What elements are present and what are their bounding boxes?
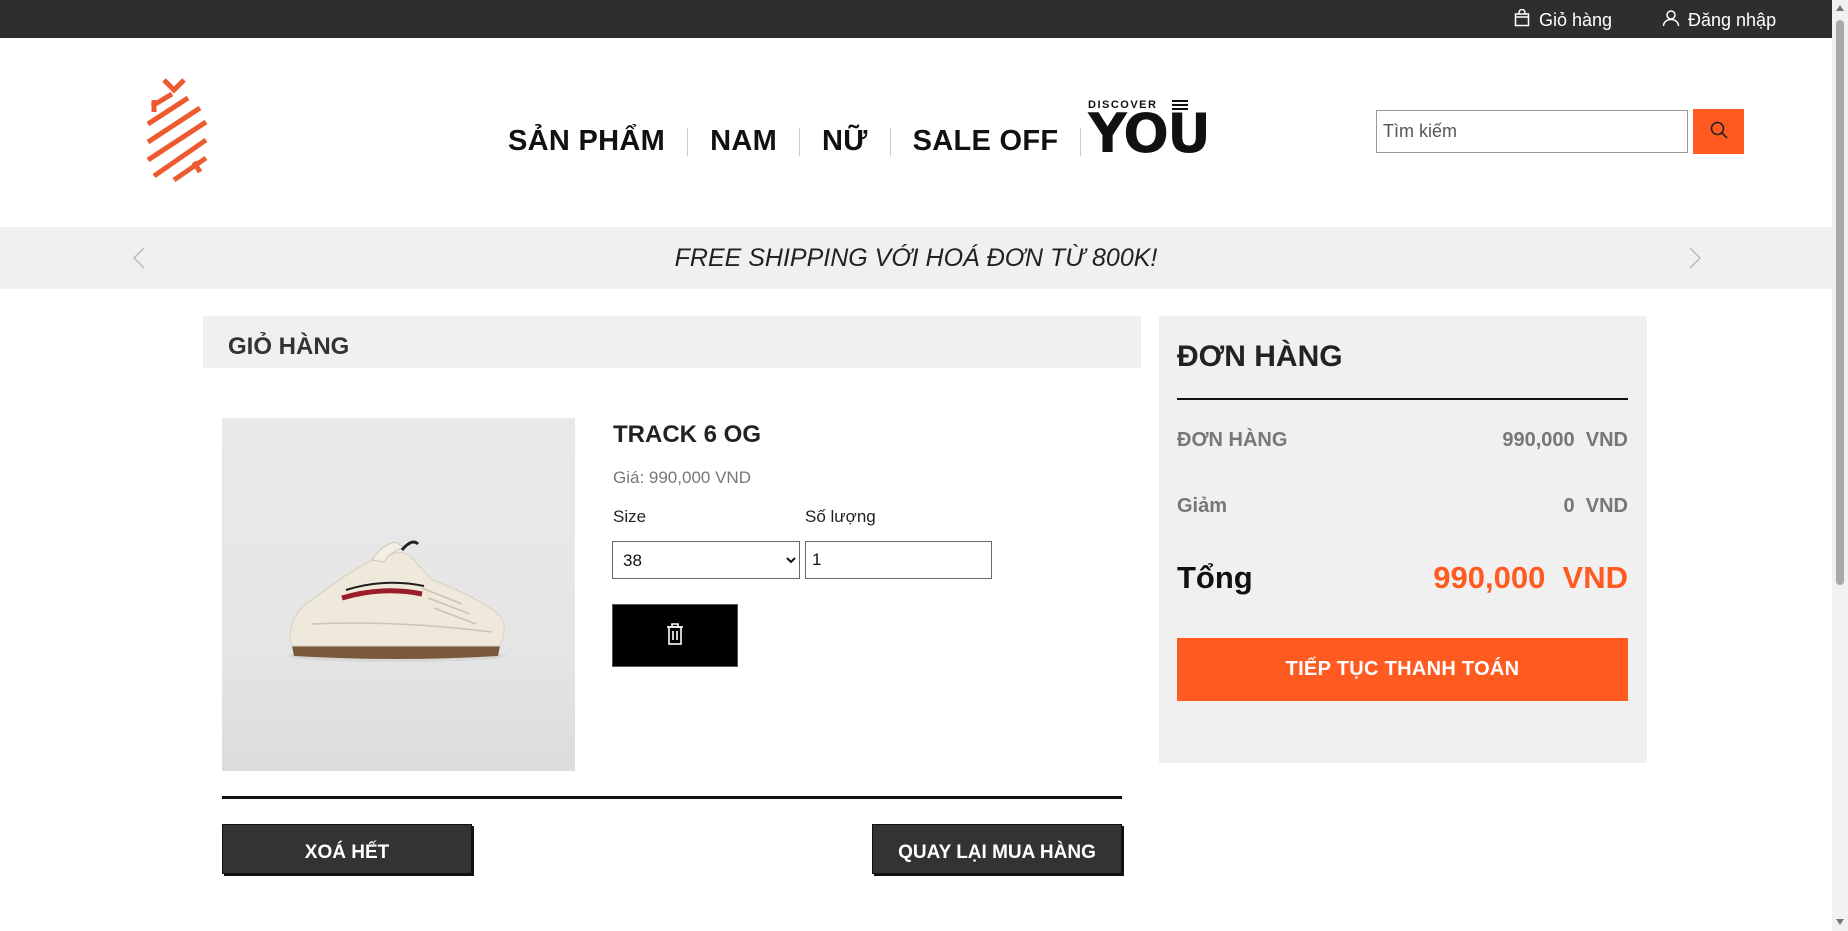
continue-shopping-button[interactable]: QUAY LẠI MUA HÀNG	[872, 824, 1122, 874]
chevron-right-icon[interactable]	[1682, 246, 1706, 270]
product-image[interactable]	[222, 418, 575, 771]
user-icon	[1662, 9, 1680, 32]
topbar-cart-label: Giỏ hàng	[1539, 10, 1613, 30]
promo-banner: FREE SHIPPING VỚI HOÁ ĐƠN TỪ 800K!	[0, 227, 1832, 289]
delete-item-button[interactable]	[612, 604, 738, 667]
discount-label: Giảm	[1177, 495, 1228, 517]
size-label: Size	[613, 507, 647, 526]
shopping-bag-icon	[1513, 8, 1531, 32]
nav-item-nam[interactable]: NAM	[688, 125, 799, 158]
top-bar: Giỏ hàng Đăng nhập	[0, 0, 1832, 38]
banner-message: FREE SHIPPING VỚI HOÁ ĐƠN TỪ 800K!	[674, 244, 1158, 272]
scroll-up-arrow-icon[interactable]	[1836, 5, 1844, 11]
topbar-cart-link[interactable]: Giỏ hàng	[1513, 8, 1613, 32]
product-name[interactable]: TRACK 6 OG	[613, 421, 761, 449]
quantity-label: Số lượng	[805, 507, 876, 526]
cart-header: GIỎ HÀNG	[203, 316, 1141, 368]
nav-item-san-pham[interactable]: SẢN PHẨM	[508, 125, 687, 158]
sneaker-illustration	[287, 540, 507, 662]
trash-icon	[665, 622, 685, 649]
search-button[interactable]	[1693, 109, 1744, 154]
order-divider	[1177, 398, 1628, 400]
checkout-button[interactable]: TIẾP TỤC THANH TOÁN	[1177, 638, 1628, 701]
nav-divider	[1080, 127, 1082, 156]
nav-item-nu[interactable]: NỮ	[800, 125, 890, 158]
size-select[interactable]: 38	[612, 541, 800, 579]
quantity-input[interactable]	[805, 541, 992, 579]
subtotal-value: 990,000 VND	[1502, 429, 1628, 451]
scroll-down-arrow-icon[interactable]	[1836, 919, 1844, 925]
order-title: ĐƠN HÀNG	[1177, 340, 1343, 373]
scrollbar-thumb[interactable]	[1836, 20, 1844, 585]
total-label: Tổng	[1177, 560, 1253, 595]
discover-big-text: YOU	[1088, 102, 1211, 165]
main-nav: SẢN PHẨM NAM NỮ SALE OFF	[508, 125, 1082, 158]
topbar-login-label: Đăng nhập	[1688, 10, 1777, 30]
search-icon	[1709, 120, 1729, 143]
brand-logo[interactable]	[144, 76, 210, 186]
cart-divider	[222, 796, 1122, 799]
search-input[interactable]	[1376, 110, 1688, 153]
topbar-login-link[interactable]: Đăng nhập	[1662, 9, 1776, 32]
subtotal-label: ĐƠN HÀNG	[1177, 429, 1288, 451]
discover-you-logo[interactable]: DISCOVER YOU	[1088, 97, 1211, 161]
page-scrollbar[interactable]	[1832, 0, 1848, 931]
clear-all-button[interactable]: XOÁ HẾT	[222, 824, 472, 874]
total-value: 990,000 VND	[1433, 560, 1628, 595]
nav-item-sale-off[interactable]: SALE OFF	[891, 125, 1081, 158]
cart-title: GIỎ HÀNG	[228, 333, 350, 360]
order-summary: ĐƠN HÀNG ĐƠN HÀNG 990,000 VND Giảm 0 VND…	[1159, 316, 1647, 763]
product-price: Giá: 990,000 VND	[613, 468, 751, 487]
discount-value: 0 VND	[1563, 495, 1628, 517]
